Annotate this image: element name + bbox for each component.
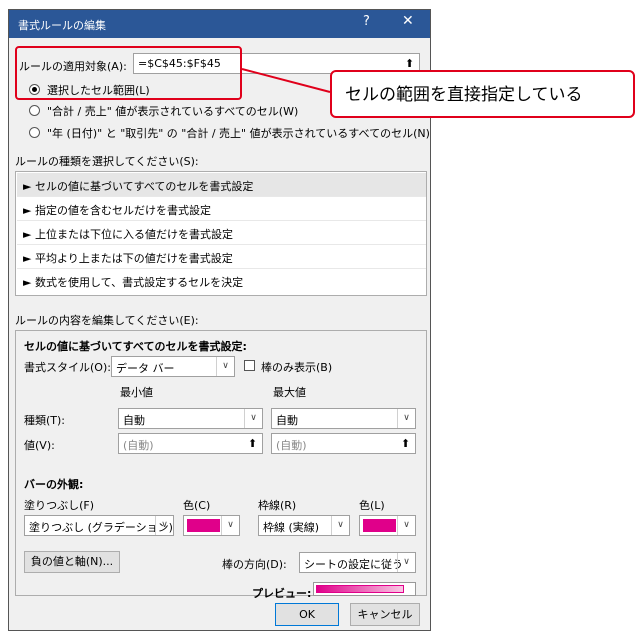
min-value-input[interactable]: (自動) ⬆ bbox=[118, 433, 263, 454]
close-icon[interactable]: ✕ bbox=[402, 13, 414, 29]
preview-label: プレビュー: bbox=[252, 587, 312, 600]
bar-only-checkbox[interactable] bbox=[244, 360, 255, 371]
list-item[interactable]: ► 平均より上または下の値だけを書式設定 bbox=[17, 245, 426, 269]
help-icon[interactable]: ? bbox=[363, 14, 370, 29]
radio-total-sales-label: "合計 / 売上" 値が表示されているすべてのセル(W) bbox=[47, 105, 299, 118]
annotation-highlight-box bbox=[15, 46, 242, 100]
radio-total-sales[interactable] bbox=[29, 105, 40, 116]
chevron-down-icon: ∨ bbox=[244, 409, 262, 428]
annotation-callout-text: セルの範囲を直接指定している bbox=[345, 85, 583, 105]
chevron-down-icon: ∨ bbox=[155, 516, 173, 535]
fill-label: 塗りつぶし(F) bbox=[24, 499, 95, 512]
preview-box bbox=[313, 582, 416, 596]
bar-only-label: 棒のみ表示(B) bbox=[261, 361, 333, 374]
fill-type-select[interactable]: 塗りつぶし (グラデーション) ∨ bbox=[24, 515, 174, 536]
annotation-callout: セルの範囲を直接指定している bbox=[330, 70, 635, 118]
negative-value-axis-button[interactable]: 負の値と軸(N)... bbox=[24, 551, 120, 573]
fill-color-picker[interactable]: ∨ bbox=[183, 515, 240, 536]
border-color-swatch bbox=[363, 519, 396, 532]
type-label: 種類(T): bbox=[24, 414, 66, 427]
preview-bar bbox=[316, 585, 404, 593]
max-value-input[interactable]: (自動) ⬆ bbox=[271, 433, 416, 454]
chevron-down-icon: ∨ bbox=[216, 357, 234, 376]
chevron-down-icon: ∨ bbox=[397, 409, 415, 428]
list-item[interactable]: ► 指定の値を含むセルだけを書式設定 bbox=[17, 197, 426, 221]
bar-appearance-heading: バーの外観: bbox=[24, 478, 84, 491]
dialog-title: 書式ルールの編集 bbox=[18, 19, 106, 32]
rule-edit-label: ルールの内容を編集してください(E): bbox=[15, 314, 199, 327]
chevron-down-icon: ∨ bbox=[221, 516, 239, 535]
direction-label: 棒の方向(D): bbox=[222, 558, 287, 571]
border-color-label: 色(L) bbox=[359, 499, 385, 512]
fill-color-label: 色(C) bbox=[183, 499, 211, 512]
chevron-down-icon: ∨ bbox=[397, 553, 415, 572]
collapse-range-icon[interactable]: ⬆ bbox=[396, 434, 415, 453]
list-item[interactable]: ► セルの値に基づいてすべてのセルを書式設定 bbox=[17, 173, 426, 197]
border-type-select[interactable]: 枠線 (実線) ∨ bbox=[258, 515, 350, 536]
title-bar: 書式ルールの編集 ? ✕ bbox=[9, 10, 430, 38]
format-style-select[interactable]: データ バー ∨ bbox=[111, 356, 235, 377]
radio-year-customer[interactable] bbox=[29, 127, 40, 138]
rule-type-label: ルールの種類を選択してください(S): bbox=[15, 155, 199, 168]
ok-button[interactable]: OK bbox=[275, 603, 339, 626]
rule-type-list: ► セルの値に基づいてすべてのセルを書式設定 ► 指定の値を含むセルだけを書式設… bbox=[15, 171, 427, 296]
list-item[interactable]: ► 上位または下位に入る値だけを書式設定 bbox=[17, 221, 426, 245]
value-label: 値(V): bbox=[24, 439, 55, 452]
list-item[interactable]: ► 数式を使用して、書式設定するセルを決定 bbox=[17, 269, 426, 292]
radio-year-customer-label: "年 (日付)" と "取引先" の "合計 / 売上" 値が表示されているすべ… bbox=[47, 127, 430, 140]
min-type-select[interactable]: 自動 ∨ bbox=[118, 408, 263, 429]
fill-color-swatch bbox=[187, 519, 220, 532]
chevron-down-icon: ∨ bbox=[331, 516, 349, 535]
format-style-label: 書式スタイル(O): bbox=[24, 361, 111, 374]
min-header: 最小値 bbox=[120, 386, 153, 399]
rule-edit-heading: セルの値に基づいてすべてのセルを書式設定: bbox=[24, 340, 247, 353]
cancel-button[interactable]: キャンセル bbox=[350, 603, 420, 626]
border-color-picker[interactable]: ∨ bbox=[359, 515, 416, 536]
collapse-range-icon[interactable]: ⬆ bbox=[243, 434, 262, 453]
chevron-down-icon: ∨ bbox=[397, 516, 415, 535]
max-type-select[interactable]: 自動 ∨ bbox=[271, 408, 416, 429]
max-header: 最大値 bbox=[273, 386, 306, 399]
rule-edit-panel: セルの値に基づいてすべてのセルを書式設定: 書式スタイル(O): データ バー … bbox=[15, 330, 427, 600]
direction-select[interactable]: シートの設定に従う ∨ bbox=[299, 552, 416, 573]
border-label: 枠線(R) bbox=[258, 499, 297, 512]
